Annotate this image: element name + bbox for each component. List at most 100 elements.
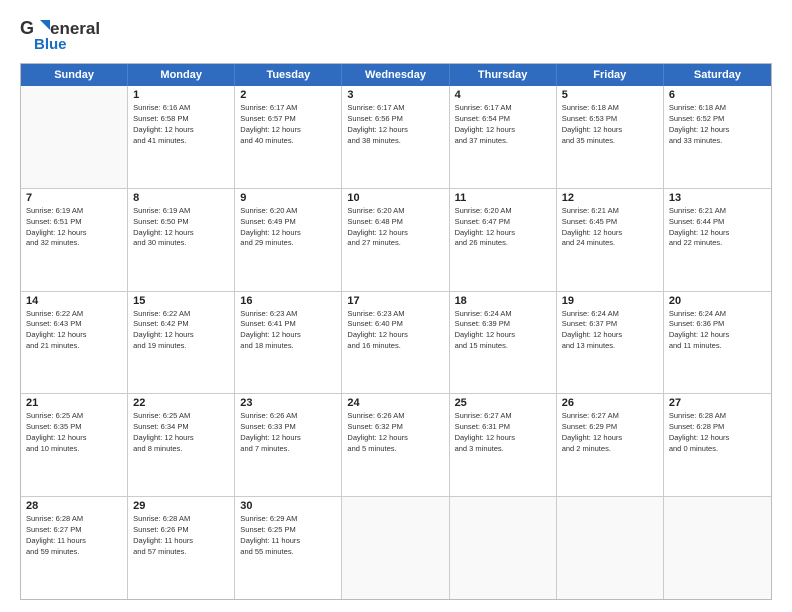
cell-info: Sunrise: 6:18 AM Sunset: 6:53 PM Dayligh…: [562, 103, 658, 147]
calendar-cell: 26 Sunrise: 6:27 AM Sunset: 6:29 PM Dayli…: [557, 394, 664, 496]
day-number: 6: [669, 89, 766, 101]
cell-info: Sunrise: 6:20 AM Sunset: 6:49 PM Dayligh…: [240, 206, 336, 250]
day-number: 8: [133, 192, 229, 204]
calendar-cell: 24 Sunrise: 6:26 AM Sunset: 6:32 PM Dayli…: [342, 394, 449, 496]
day-number: 29: [133, 500, 229, 512]
cell-info: Sunrise: 6:26 AM Sunset: 6:32 PM Dayligh…: [347, 411, 443, 455]
calendar-cell: 1 Sunrise: 6:16 AM Sunset: 6:58 PM Daylig…: [128, 86, 235, 188]
page: G eneral Blue SundayMondayTuesdayWednesd…: [0, 0, 792, 612]
calendar-cell: 8 Sunrise: 6:19 AM Sunset: 6:50 PM Daylig…: [128, 189, 235, 291]
day-number: 21: [26, 397, 122, 409]
calendar-cell: [664, 497, 771, 599]
cell-info: Sunrise: 6:24 AM Sunset: 6:36 PM Dayligh…: [669, 309, 766, 353]
day-number: 22: [133, 397, 229, 409]
day-number: 26: [562, 397, 658, 409]
header-day-thursday: Thursday: [450, 64, 557, 86]
cell-info: Sunrise: 6:23 AM Sunset: 6:40 PM Dayligh…: [347, 309, 443, 353]
cell-info: Sunrise: 6:23 AM Sunset: 6:41 PM Dayligh…: [240, 309, 336, 353]
calendar-cell: [342, 497, 449, 599]
day-number: 20: [669, 295, 766, 307]
day-number: 7: [26, 192, 122, 204]
day-number: 19: [562, 295, 658, 307]
day-number: 23: [240, 397, 336, 409]
day-number: 28: [26, 500, 122, 512]
calendar-row-3: 21 Sunrise: 6:25 AM Sunset: 6:35 PM Dayli…: [21, 393, 771, 496]
cell-info: Sunrise: 6:25 AM Sunset: 6:35 PM Dayligh…: [26, 411, 122, 455]
day-number: 3: [347, 89, 443, 101]
cell-info: Sunrise: 6:17 AM Sunset: 6:57 PM Dayligh…: [240, 103, 336, 147]
cell-info: Sunrise: 6:28 AM Sunset: 6:27 PM Dayligh…: [26, 514, 122, 558]
day-number: 17: [347, 295, 443, 307]
cell-info: Sunrise: 6:16 AM Sunset: 6:58 PM Dayligh…: [133, 103, 229, 147]
calendar-cell: 12Sunrise: 6:21 AM Sunset: 6:45 PM Dayli…: [557, 189, 664, 291]
calendar-cell: 16 Sunrise: 6:23 AM Sunset: 6:41 PM Dayli…: [235, 292, 342, 394]
day-number: 12: [562, 192, 658, 204]
cell-info: Sunrise: 6:20 AM Sunset: 6:48 PM Dayligh…: [347, 206, 443, 250]
cell-info: Sunrise: 6:27 AM Sunset: 6:29 PM Dayligh…: [562, 411, 658, 455]
calendar-cell: 18Sunrise: 6:24 AM Sunset: 6:39 PM Dayli…: [450, 292, 557, 394]
calendar-cell: 10 Sunrise: 6:20 AM Sunset: 6:48 PM Dayli…: [342, 189, 449, 291]
day-number: 14: [26, 295, 122, 307]
calendar-cell: [450, 497, 557, 599]
header-day-saturday: Saturday: [664, 64, 771, 86]
cell-info: Sunrise: 6:18 AM Sunset: 6:52 PM Dayligh…: [669, 103, 766, 147]
cell-info: Sunrise: 6:26 AM Sunset: 6:33 PM Dayligh…: [240, 411, 336, 455]
cell-info: Sunrise: 6:27 AM Sunset: 6:31 PM Dayligh…: [455, 411, 551, 455]
cell-info: Sunrise: 6:19 AM Sunset: 6:51 PM Dayligh…: [26, 206, 122, 250]
calendar-cell: 21 Sunrise: 6:25 AM Sunset: 6:35 PM Dayli…: [21, 394, 128, 496]
header-day-tuesday: Tuesday: [235, 64, 342, 86]
cell-info: Sunrise: 6:29 AM Sunset: 6:25 PM Dayligh…: [240, 514, 336, 558]
calendar-cell: 11 Sunrise: 6:20 AM Sunset: 6:47 PM Dayli…: [450, 189, 557, 291]
cell-info: Sunrise: 6:25 AM Sunset: 6:34 PM Dayligh…: [133, 411, 229, 455]
header-day-wednesday: Wednesday: [342, 64, 449, 86]
calendar-cell: 15Sunrise: 6:22 AM Sunset: 6:42 PM Dayli…: [128, 292, 235, 394]
calendar-cell: 9 Sunrise: 6:20 AM Sunset: 6:49 PM Daylig…: [235, 189, 342, 291]
day-number: 11: [455, 192, 551, 204]
day-number: 16: [240, 295, 336, 307]
calendar-row-1: 7 Sunrise: 6:19 AM Sunset: 6:51 PM Daylig…: [21, 188, 771, 291]
calendar-cell: 28 Sunrise: 6:28 AM Sunset: 6:27 PM Dayli…: [21, 497, 128, 599]
cell-info: Sunrise: 6:28 AM Sunset: 6:26 PM Dayligh…: [133, 514, 229, 558]
header-day-monday: Monday: [128, 64, 235, 86]
calendar-cell: [557, 497, 664, 599]
day-number: 9: [240, 192, 336, 204]
calendar-row-0: 1 Sunrise: 6:16 AM Sunset: 6:58 PM Daylig…: [21, 86, 771, 188]
calendar-row-4: 28 Sunrise: 6:28 AM Sunset: 6:27 PM Dayli…: [21, 496, 771, 599]
cell-info: Sunrise: 6:21 AM Sunset: 6:44 PM Dayligh…: [669, 206, 766, 250]
calendar-cell: 7 Sunrise: 6:19 AM Sunset: 6:51 PM Daylig…: [21, 189, 128, 291]
logo: G eneral Blue: [20, 18, 100, 53]
calendar-cell: 30 Sunrise: 6:29 AM Sunset: 6:25 PM Dayli…: [235, 497, 342, 599]
calendar-cell: [21, 86, 128, 188]
cell-info: Sunrise: 6:28 AM Sunset: 6:28 PM Dayligh…: [669, 411, 766, 455]
calendar-cell: 17 Sunrise: 6:23 AM Sunset: 6:40 PM Dayli…: [342, 292, 449, 394]
cell-info: Sunrise: 6:19 AM Sunset: 6:50 PM Dayligh…: [133, 206, 229, 250]
header: G eneral Blue: [20, 18, 772, 53]
calendar-cell: 20 Sunrise: 6:24 AM Sunset: 6:36 PM Dayli…: [664, 292, 771, 394]
cell-info: Sunrise: 6:17 AM Sunset: 6:54 PM Dayligh…: [455, 103, 551, 147]
calendar-cell: 25 Sunrise: 6:27 AM Sunset: 6:31 PM Dayli…: [450, 394, 557, 496]
calendar-cell: 13Sunrise: 6:21 AM Sunset: 6:44 PM Dayli…: [664, 189, 771, 291]
day-number: 1: [133, 89, 229, 101]
day-number: 2: [240, 89, 336, 101]
header-day-sunday: Sunday: [21, 64, 128, 86]
calendar-cell: 3Sunrise: 6:17 AM Sunset: 6:56 PM Daylig…: [342, 86, 449, 188]
cell-info: Sunrise: 6:24 AM Sunset: 6:39 PM Dayligh…: [455, 309, 551, 353]
calendar: SundayMondayTuesdayWednesdayThursdayFrid…: [20, 63, 772, 600]
calendar-body: 1 Sunrise: 6:16 AM Sunset: 6:58 PM Daylig…: [21, 86, 771, 599]
day-number: 10: [347, 192, 443, 204]
calendar-cell: 19 Sunrise: 6:24 AM Sunset: 6:37 PM Dayli…: [557, 292, 664, 394]
calendar-cell: 22 Sunrise: 6:25 AM Sunset: 6:34 PM Dayli…: [128, 394, 235, 496]
calendar-cell: 27 Sunrise: 6:28 AM Sunset: 6:28 PM Dayli…: [664, 394, 771, 496]
calendar-cell: 2 Sunrise: 6:17 AM Sunset: 6:57 PM Daylig…: [235, 86, 342, 188]
cell-info: Sunrise: 6:24 AM Sunset: 6:37 PM Dayligh…: [562, 309, 658, 353]
day-number: 25: [455, 397, 551, 409]
calendar-cell: 4Sunrise: 6:17 AM Sunset: 6:54 PM Daylig…: [450, 86, 557, 188]
cell-info: Sunrise: 6:20 AM Sunset: 6:47 PM Dayligh…: [455, 206, 551, 250]
day-number: 5: [562, 89, 658, 101]
calendar-cell: 23 Sunrise: 6:26 AM Sunset: 6:33 PM Dayli…: [235, 394, 342, 496]
day-number: 27: [669, 397, 766, 409]
calendar-cell: 14Sunrise: 6:22 AM Sunset: 6:43 PM Dayli…: [21, 292, 128, 394]
day-number: 24: [347, 397, 443, 409]
logo-blue-text: Blue: [34, 36, 67, 53]
day-number: 30: [240, 500, 336, 512]
